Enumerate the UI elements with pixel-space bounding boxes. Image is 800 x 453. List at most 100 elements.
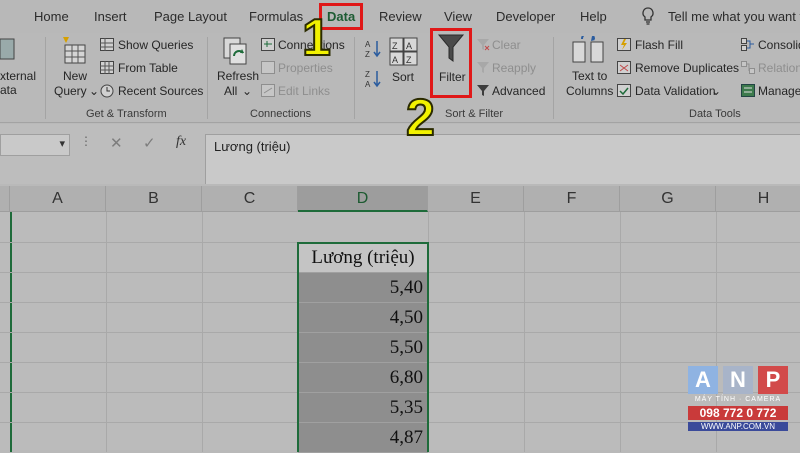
sort-z-to-a-icon[interactable]: ZA	[365, 69, 383, 94]
clear-button[interactable]: Clear	[492, 38, 521, 52]
from-table-button[interactable]: From Table	[118, 61, 178, 75]
reapply-icon	[476, 61, 490, 79]
column-header-b[interactable]: B	[106, 186, 202, 212]
tab-home[interactable]: Home	[34, 9, 69, 24]
tab-review[interactable]: Review	[379, 9, 422, 24]
group-label-data-tools: Data Tools	[689, 108, 741, 120]
tell-me-search[interactable]: Tell me what you want to	[668, 9, 800, 24]
refresh-all-label-1[interactable]: Refresh	[217, 69, 259, 83]
filter-icon[interactable]	[437, 33, 465, 70]
chevron-down-icon: ⌄	[711, 84, 722, 98]
column-header-c[interactable]: C	[202, 186, 298, 212]
chevron-down-icon: ▾	[59, 138, 65, 150]
anp-logo: A N P MÁY TÍNH · CAMERA 098 772 0 772 WW…	[688, 366, 788, 436]
refresh-all-label-2[interactable]: All	[224, 84, 237, 98]
svg-text:Z: Z	[365, 70, 370, 79]
group-label-connections: Connections	[250, 108, 312, 120]
svg-text:A: A	[365, 40, 371, 49]
new-query-label-1[interactable]: New	[63, 69, 87, 83]
new-query-icon	[59, 35, 89, 72]
remove-duplicates-button[interactable]: Remove Duplicates	[635, 61, 739, 75]
flash-fill-icon	[617, 38, 631, 56]
edit-links-icon	[261, 84, 275, 102]
svg-text:A: A	[392, 55, 398, 65]
show-queries-button[interactable]: Show Queries	[118, 38, 193, 52]
tab-formulas[interactable]: Formulas	[249, 9, 303, 24]
ribbon-separator	[354, 37, 355, 119]
manage-data-model-button[interactable]: Manage	[758, 84, 800, 98]
formula-bar-area: ▾ ⋮ ✕ ✓ fx Lương (triệu)	[0, 124, 800, 184]
new-query-label-2[interactable]: Query	[54, 84, 87, 98]
properties-icon	[261, 61, 275, 79]
data-validation-icon	[617, 84, 631, 102]
from-table-icon	[100, 61, 114, 79]
external-data-icon	[0, 37, 18, 68]
ribbon-separator	[45, 37, 46, 119]
edit-links-button[interactable]: Edit Links	[278, 84, 330, 98]
ribbon-separator	[207, 37, 208, 119]
logo-tagline: MÁY TÍNH · CAMERA	[694, 396, 782, 403]
reapply-button[interactable]: Reapply	[492, 61, 536, 75]
manage-data-model-icon	[741, 84, 755, 102]
cancel-icon[interactable]: ✕	[110, 134, 123, 152]
ribbon-tab-bar: Home Insert Page Layout Formulas Data Re…	[0, 0, 800, 33]
formula-bar-splitter[interactable]: ⋮	[80, 134, 93, 148]
column-header-h[interactable]: H	[716, 186, 800, 212]
flash-fill-button[interactable]: Flash Fill	[635, 38, 683, 52]
logo-letter-n: N	[723, 366, 753, 394]
svg-text:A: A	[365, 80, 371, 89]
recent-sources-button[interactable]: Recent Sources	[118, 84, 203, 98]
refresh-all-icon	[222, 36, 250, 73]
filter-button[interactable]: Filter	[439, 70, 466, 84]
column-header-g[interactable]: G	[620, 186, 716, 212]
enter-check-icon[interactable]: ✓	[143, 134, 156, 152]
connections-icon	[261, 38, 275, 56]
text-to-columns-label-1[interactable]: Text to	[572, 69, 607, 83]
get-external-data-label-2[interactable]: ata	[0, 83, 17, 97]
sort-button[interactable]: Sort	[392, 70, 414, 84]
tab-insert[interactable]: Insert	[94, 9, 127, 24]
text-to-columns-label-2[interactable]: Columns	[566, 84, 613, 98]
lightbulb-icon	[641, 7, 655, 30]
selection-outline	[297, 242, 429, 452]
insert-function-icon[interactable]: fx	[176, 134, 186, 150]
relationships-icon	[741, 61, 755, 79]
column-header-d[interactable]: D	[298, 186, 428, 212]
tab-developer[interactable]: Developer	[496, 9, 555, 24]
advanced-filter-icon	[476, 84, 490, 102]
text-to-columns-icon	[572, 32, 604, 71]
step-2-callout: 2	[405, 88, 436, 148]
svg-text:A: A	[406, 41, 412, 51]
advanced-button[interactable]: Advanced	[492, 84, 545, 98]
ribbon-separator	[553, 37, 554, 119]
tab-view[interactable]: View	[444, 9, 472, 24]
select-all-corner[interactable]	[0, 186, 10, 212]
tab-page-layout[interactable]: Page Layout	[154, 9, 227, 24]
svg-text:Z: Z	[392, 41, 398, 51]
formula-input[interactable]: Lương (triệu)	[205, 134, 800, 184]
sort-a-to-z-icon[interactable]: AZ	[365, 39, 383, 64]
column-header-f[interactable]: F	[524, 186, 620, 212]
recent-sources-icon	[100, 84, 114, 103]
relationships-button[interactable]: Relation	[758, 61, 800, 75]
consolidate-icon	[741, 38, 755, 56]
name-box[interactable]: ▾	[0, 134, 70, 156]
data-ribbon: xternal ata New Query ⌄ Show Queries Fro…	[0, 28, 800, 123]
show-queries-icon	[100, 38, 114, 56]
svg-text:Z: Z	[365, 50, 370, 59]
group-label-sort-filter: Sort & Filter	[445, 108, 504, 120]
column-header-a[interactable]: A	[10, 186, 106, 212]
logo-phone: 098 772 0 772	[688, 406, 788, 420]
sort-icon: ZAAZ	[389, 37, 419, 72]
worksheet-grid: A B C D E F G H Lương (triệu) 5,40 4,50 …	[0, 186, 800, 453]
chevron-down-icon: ⌄	[89, 84, 100, 98]
chevron-down-icon: ⌄	[242, 84, 253, 98]
column-header-e[interactable]: E	[428, 186, 524, 212]
data-validation-button[interactable]: Data Validation	[635, 84, 716, 98]
svg-text:Z: Z	[406, 55, 412, 65]
get-external-data-label-1[interactable]: xternal	[0, 69, 36, 83]
tab-help[interactable]: Help	[580, 9, 607, 24]
logo-letter-p: P	[758, 366, 788, 394]
consolidate-button[interactable]: Consolid	[758, 38, 800, 52]
logo-website: WWW.ANP.COM.VN	[688, 422, 788, 431]
